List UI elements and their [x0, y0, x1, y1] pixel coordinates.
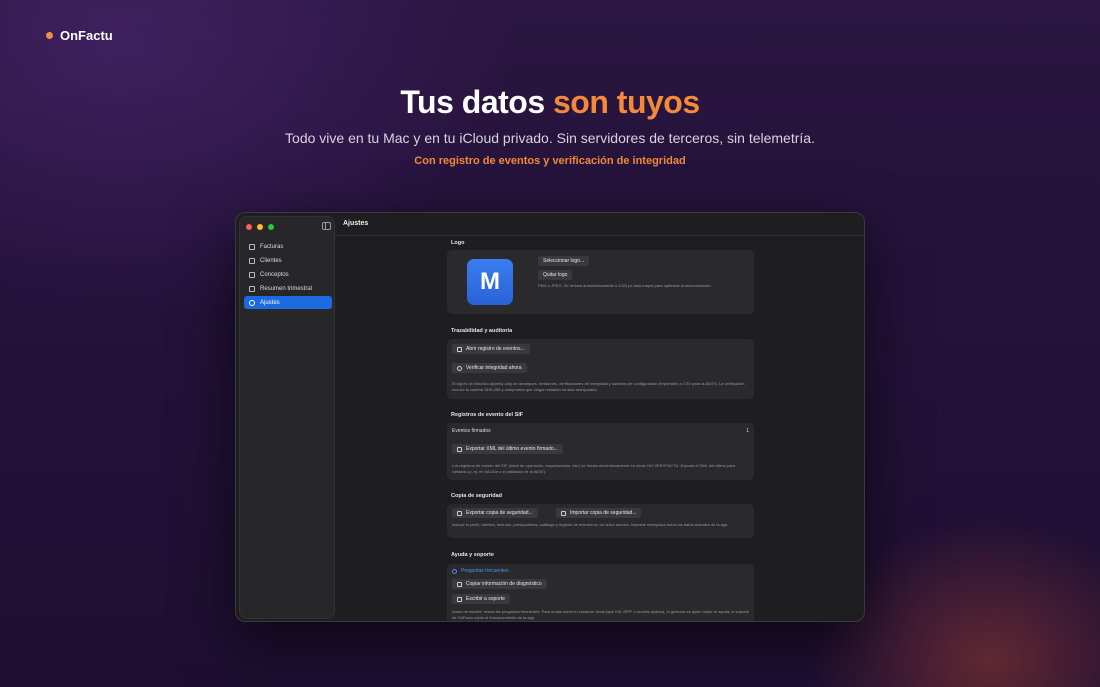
faq-link-label: Preguntas frecuentes: [461, 568, 509, 574]
sidebar-item-facturas[interactable]: Facturas: [244, 240, 332, 253]
import-icon: [561, 510, 566, 516]
section-title-sif: Registros de evento del SIF: [451, 412, 524, 418]
window-title: Ajustes: [343, 220, 369, 227]
logo-letter: M: [480, 268, 500, 295]
sidebar: Facturas Clientes Conceptos Resumen trim…: [239, 216, 335, 619]
backup-hint: Incluye tu perfil, clientes, facturas, p…: [452, 522, 729, 527]
faq-link[interactable]: Preguntas frecuentes: [452, 568, 509, 574]
sidebar-toggle-icon[interactable]: [322, 222, 331, 230]
brand-dot-icon: [46, 32, 53, 39]
list-icon: [249, 271, 255, 278]
hero-subtitle: Todo vive en tu Mac y en tu iCloud priva…: [285, 130, 815, 146]
open-log-label: Abrir registro de eventos...: [466, 346, 525, 352]
support-hint: Antes de escribir, revisa las preguntas …: [452, 609, 749, 620]
hero-title-accent: son tuyos: [553, 84, 700, 120]
copy-diagnostics-button[interactable]: Copiar información de diagnóstico: [452, 579, 547, 589]
remove-logo-label: Quitar logo: [543, 272, 568, 278]
import-backup-label: Importar copia de seguridad...: [570, 510, 637, 516]
shield-icon: [457, 365, 462, 371]
envelope-icon: [457, 596, 462, 602]
signed-events-count: 1: [746, 428, 749, 434]
verify-integrity-label: Verificar integridad ahora: [466, 365, 522, 371]
window-controls: [246, 224, 274, 230]
support-card: Preguntas frecuentes Copiar información …: [447, 564, 754, 621]
copy-icon: [457, 581, 462, 587]
open-log-button[interactable]: Abrir registro de eventos...: [452, 344, 530, 354]
hero-title: Tus datos son tuyos: [0, 84, 1100, 121]
select-logo-button[interactable]: Seleccionar logo...: [538, 256, 590, 266]
log-icon: [457, 346, 462, 352]
export-backup-label: Exportar copia de seguridad...: [466, 510, 533, 516]
section-title-backup: Copia de seguridad: [451, 493, 503, 499]
logo-card: M Seleccionar logo... Quitar logo PNG o …: [447, 250, 754, 314]
import-backup-button[interactable]: Importar copia de seguridad...: [556, 508, 642, 518]
export-icon: [457, 510, 462, 516]
people-icon: [249, 257, 255, 264]
hero-title-main: Tus datos: [400, 84, 545, 120]
share-icon: [457, 446, 462, 452]
brand-name: OnFactu: [60, 28, 113, 43]
document-icon: [249, 243, 255, 250]
sidebar-item-label: Ajustes: [260, 299, 280, 306]
trace-hint: El log es un histórico append-only de ar…: [452, 381, 745, 392]
sidebar-item-clientes[interactable]: Clientes: [244, 254, 332, 267]
question-icon: [452, 568, 457, 574]
sidebar-item-conceptos[interactable]: Conceptos: [244, 268, 332, 281]
export-xml-button[interactable]: Exportar XML del último evento firmado..…: [452, 444, 563, 454]
minimize-window-button[interactable]: [257, 224, 263, 230]
chart-icon: [249, 285, 255, 292]
hero-tagline: Con registro de eventos y verificación d…: [414, 155, 686, 167]
section-title-support: Ayuda y soporte: [451, 552, 494, 558]
sidebar-item-resumen[interactable]: Resumen trimestral: [244, 282, 332, 295]
section-title-logo: Logo: [451, 240, 465, 246]
select-logo-label: Seleccionar logo...: [543, 258, 585, 264]
verify-integrity-button[interactable]: Verificar integridad ahora: [452, 363, 527, 373]
gear-icon: [249, 299, 255, 306]
sidebar-item-label: Conceptos: [260, 271, 289, 278]
write-support-label: Escribir a soporte: [466, 596, 505, 602]
sidebar-item-ajustes[interactable]: Ajustes: [244, 296, 332, 309]
toolbar-divider: [335, 235, 864, 236]
sidebar-item-label: Resumen trimestral: [260, 285, 313, 292]
brand: OnFactu: [46, 28, 113, 43]
write-support-button[interactable]: Escribir a soporte: [452, 594, 510, 604]
trace-card: Abrir registro de eventos... Verificar i…: [447, 339, 754, 399]
logo-preview: M: [467, 259, 513, 305]
sidebar-item-label: Facturas: [260, 243, 284, 250]
section-title-trace: Trazabilidad y auditoría: [451, 328, 513, 334]
sif-card: Eventos firmados 1 Exportar XML del últi…: [447, 423, 754, 480]
copy-diagnostics-label: Copiar información de diagnóstico: [466, 581, 542, 587]
app-window: Facturas Clientes Conceptos Resumen trim…: [235, 212, 865, 622]
sif-hint: Los registros de evento del SIF (inicio …: [452, 463, 736, 474]
remove-logo-button[interactable]: Quitar logo: [538, 270, 573, 280]
sidebar-item-label: Clientes: [260, 257, 282, 264]
logo-hint: PNG o JPEG. Se reduce automáticamente a …: [538, 283, 712, 288]
export-backup-button[interactable]: Exportar copia de seguridad...: [452, 508, 538, 518]
close-window-button[interactable]: [246, 224, 252, 230]
backup-card: Exportar copia de seguridad... Importar …: [447, 504, 754, 538]
export-xml-label: Exportar XML del último evento firmado..…: [466, 446, 558, 452]
zoom-window-button[interactable]: [268, 224, 274, 230]
signed-events-label: Eventos firmados: [452, 428, 491, 434]
sidebar-nav: Facturas Clientes Conceptos Resumen trim…: [244, 240, 332, 310]
